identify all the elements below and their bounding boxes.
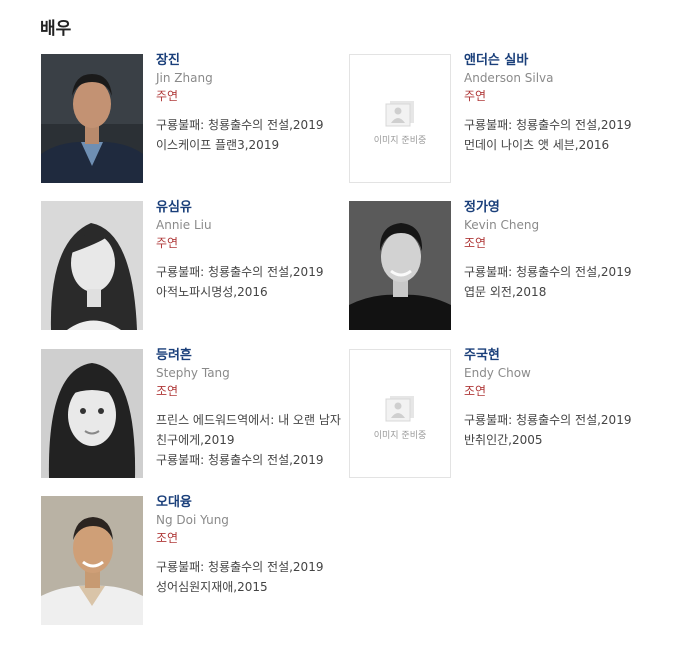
actor-english-name: Ng Doi Yung [156, 513, 229, 527]
placeholder-text: 이미지 준비중 [373, 136, 427, 146]
actor-name[interactable]: 유심유 [156, 199, 351, 216]
portrait-photo [41, 496, 143, 625]
actor-name[interactable]: 앤더슨 실바 [464, 52, 659, 69]
portrait-photo [41, 201, 143, 330]
actor-name[interactable]: 정가영 [464, 199, 659, 216]
actor-photo[interactable] [41, 201, 143, 330]
filmography-item: 성어심원지재애,2015 [156, 580, 268, 594]
actor-english-name: Annie Liu [156, 218, 212, 232]
filmography-item: 프린스 에드워드역에서: 내 오랜 남자친구에게,2019 [156, 413, 341, 447]
actor-photo[interactable] [41, 349, 143, 478]
actor-photo[interactable] [41, 54, 143, 183]
actor-role: 주연 [156, 89, 179, 103]
filmography-item: 구룡불패: 청룡출수의 전설,2019 [156, 265, 324, 279]
filmography-item: 엽문 외전,2018 [464, 285, 547, 299]
actor-role: 조연 [156, 384, 179, 398]
filmography-item: 구룡불패: 청룡출수의 전설,2019 [156, 560, 324, 574]
image-placeholder-icon [385, 396, 414, 422]
actor-name[interactable]: 장진 [156, 52, 351, 69]
image-placeholder-icon [385, 101, 414, 127]
actor-name[interactable]: 주국현 [464, 347, 659, 364]
filmography-item: 구룡불패: 청룡출수의 전설,2019 [464, 265, 632, 279]
filmography-item: 구룡불패: 청룡출수의 전설,2019 [464, 118, 632, 132]
actor-english-name: Kevin Cheng [464, 218, 540, 232]
filmography-item: 구룡불패: 청룡출수의 전설,2019 [156, 118, 324, 132]
filmography-item: 구룡불패: 청룡출수의 전설,2019 [156, 453, 324, 467]
actor-photo[interactable] [349, 201, 451, 330]
actor-english-name: Jin Zhang [156, 71, 213, 85]
actor-photo[interactable]: 이미지 준비중 [349, 349, 451, 478]
filmography-item: 구룡불패: 청룡출수의 전설,2019 [464, 413, 632, 427]
actor-role: 주연 [156, 236, 179, 250]
portrait-photo [41, 349, 143, 478]
portrait-photo [41, 54, 143, 183]
placeholder-text: 이미지 준비중 [373, 431, 427, 441]
actor-photo[interactable] [41, 496, 143, 625]
actor-card: 장진 Jin Zhang 주연 구룡불패: 청룡출수의 전설,2019 이스케이… [41, 53, 341, 186]
actor-card: 이미지 준비중 주국현 Endy Chow 조연 구룡불패: 청룡출수의 전설,… [349, 348, 649, 481]
filmography-item: 먼데이 나이츠 앳 세븐,2016 [464, 138, 610, 152]
portrait-photo [349, 201, 451, 330]
actor-name[interactable]: 오대융 [156, 494, 351, 511]
section-title: 배우 [40, 19, 72, 39]
actor-english-name: Anderson Silva [464, 71, 554, 85]
actor-english-name: Stephy Tang [156, 366, 230, 380]
filmography-item: 이스케이프 플랜3,2019 [156, 138, 280, 152]
actor-role: 조연 [156, 531, 179, 545]
actor-card: 유심유 Annie Liu 주연 구룡불패: 청룡출수의 전설,2019 아적노… [41, 200, 341, 333]
actor-card: 이미지 준비중 앤더슨 실바 Anderson Silva 주연 구룡불패: 청… [349, 53, 649, 186]
actor-photo[interactable]: 이미지 준비중 [349, 54, 451, 183]
actor-card: 등려흔 Stephy Tang 조연 프린스 에드워드역에서: 내 오랜 남자친… [41, 348, 341, 481]
filmography-item: 아적노파시명성,2016 [156, 285, 268, 299]
actor-role: 조연 [464, 384, 487, 398]
actor-english-name: Endy Chow [464, 366, 531, 380]
actor-role: 조연 [464, 236, 487, 250]
actor-name[interactable]: 등려흔 [156, 347, 351, 364]
filmography-item: 반취인간,2005 [464, 433, 543, 447]
actor-role: 주연 [464, 89, 487, 103]
actor-card: 정가영 Kevin Cheng 조연 구룡불패: 청룡출수의 전설,2019 엽… [349, 200, 649, 333]
actor-card: 오대융 Ng Doi Yung 조연 구룡불패: 청룡출수의 전설,2019 성… [41, 495, 341, 628]
